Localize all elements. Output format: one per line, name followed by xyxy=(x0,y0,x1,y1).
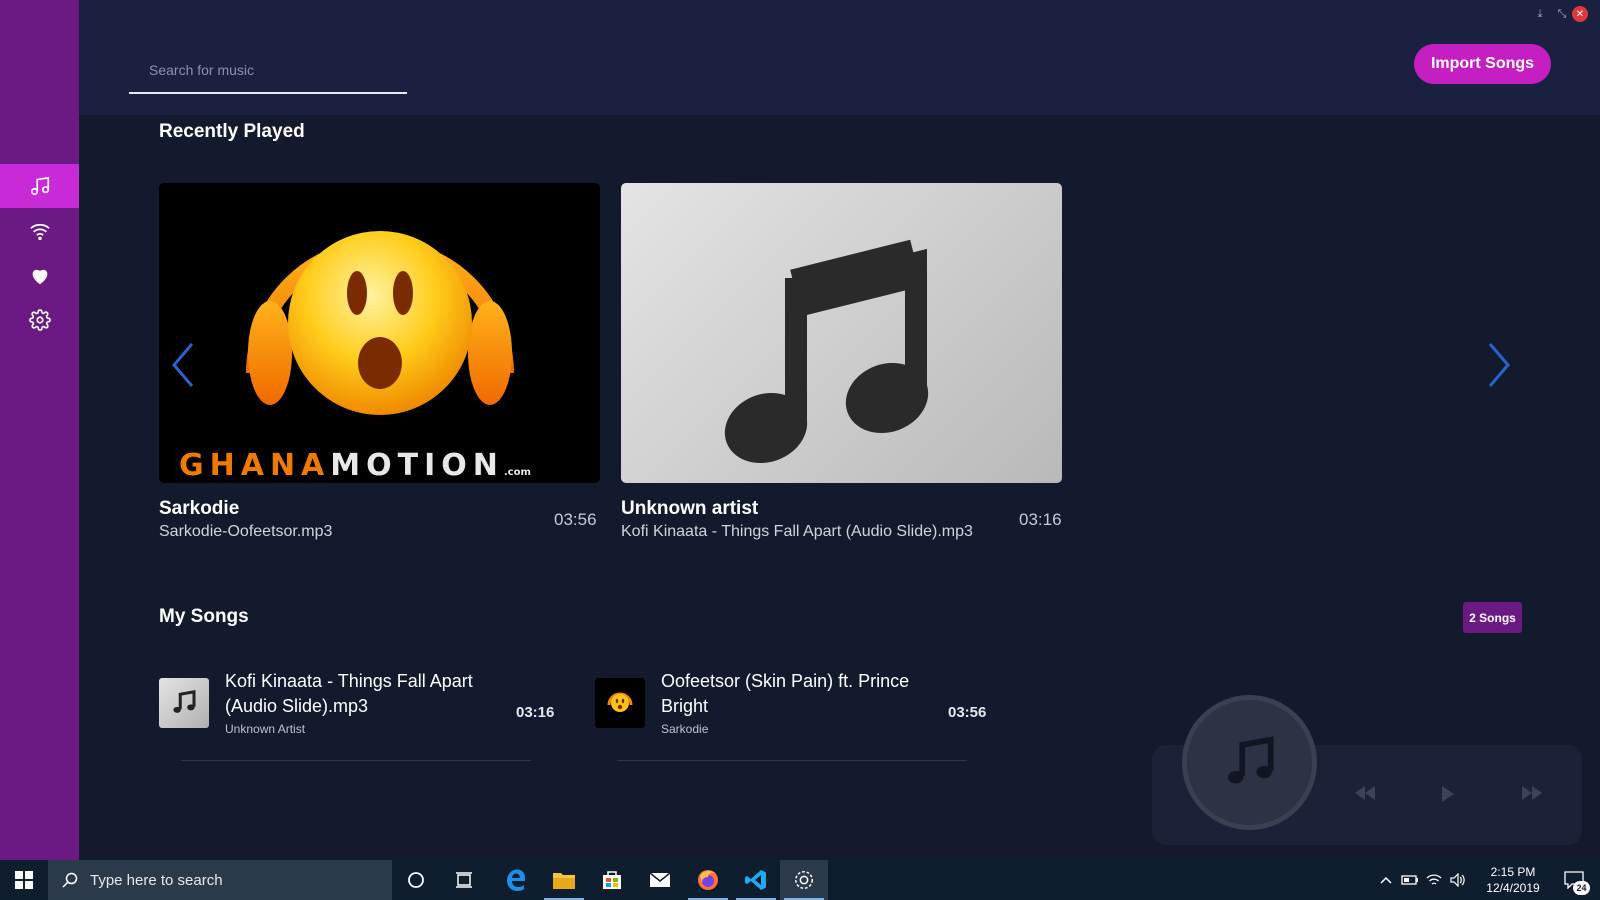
rewind-button[interactable] xyxy=(1354,785,1376,801)
gear-icon xyxy=(795,871,813,889)
album-art-unknown[interactable] xyxy=(621,183,1062,483)
my-songs-title: My Songs xyxy=(159,606,249,627)
volume-button[interactable] xyxy=(1446,860,1470,900)
music-note-icon xyxy=(1227,735,1274,783)
notification-count-badge: 24 xyxy=(1573,881,1590,895)
minimize-icon[interactable]: ⤡ xyxy=(1554,6,1570,22)
store-icon xyxy=(603,871,621,889)
mail-button[interactable] xyxy=(636,860,684,900)
store-button[interactable] xyxy=(588,860,636,900)
sidebar xyxy=(0,0,79,860)
search-box xyxy=(129,50,407,94)
play-icon xyxy=(1442,786,1454,802)
music-note-icon xyxy=(173,689,196,713)
emoji-headphones-icon xyxy=(607,692,633,712)
sidebar-item-music[interactable] xyxy=(0,164,79,208)
music-note-icon xyxy=(724,239,929,464)
task-view-icon xyxy=(456,872,472,888)
battery-button[interactable] xyxy=(1398,860,1422,900)
chevron-left-icon[interactable] xyxy=(168,340,198,390)
album-art-sarkodie[interactable]: GHANAMOTION.com xyxy=(159,183,600,483)
show-hidden-icons-button[interactable] xyxy=(1374,860,1398,900)
song-artist: Unknown Artist xyxy=(225,722,306,736)
file-explorer-button[interactable] xyxy=(540,860,588,900)
edge-button[interactable] xyxy=(492,860,540,900)
song-duration: 03:16 xyxy=(516,704,555,721)
close-icon[interactable]: ✕ xyxy=(1572,6,1588,22)
card-file: Kofi Kinaata - Things Fall Apart (Audio … xyxy=(621,523,973,540)
vscode-button[interactable] xyxy=(732,860,780,900)
start-button[interactable] xyxy=(0,860,48,900)
fast-forward-icon xyxy=(1522,786,1542,800)
wifi-icon xyxy=(29,223,50,241)
sidebar-item-radio[interactable] xyxy=(0,209,79,253)
cortana-icon xyxy=(408,872,424,888)
speaker-icon xyxy=(1450,873,1465,887)
firefox-button[interactable] xyxy=(684,860,732,900)
clock-time: 2:15 PM xyxy=(1490,865,1536,879)
card-file: Sarkodie-Oofeetsor.mp3 xyxy=(159,523,333,540)
recently-played-title: Recently Played xyxy=(159,121,305,142)
taskbar-search-text: Type here to search xyxy=(90,871,223,889)
ghanamotion-logo: GHANAMOTION.com xyxy=(179,448,531,483)
taskbar: Type here to search 2:15 PM 12/4/2019 24 xyxy=(0,860,1600,900)
action-center-button[interactable]: 24 xyxy=(1552,860,1596,900)
top-bar: Import Songs ⤓ ⤡ ✕ xyxy=(79,0,1600,115)
search-icon xyxy=(62,872,78,888)
song-title[interactable]: Kofi Kinaata - Things Fall Apart (Audio … xyxy=(225,669,510,719)
card-artist: Unknown artist xyxy=(621,498,759,519)
network-button[interactable] xyxy=(1422,860,1446,900)
divider xyxy=(181,760,531,761)
taskbar-clock[interactable]: 2:15 PM 12/4/2019 xyxy=(1483,864,1543,896)
import-songs-button[interactable]: Import Songs xyxy=(1414,44,1551,84)
gear-icon xyxy=(28,309,51,331)
cortana-button[interactable] xyxy=(392,860,440,900)
emoji-headphones-art xyxy=(246,231,514,415)
clock-date: 12/4/2019 xyxy=(1486,881,1540,895)
chevron-up-icon xyxy=(1380,876,1392,884)
folder-icon xyxy=(553,873,575,889)
task-view-button[interactable] xyxy=(440,860,488,900)
sidebar-item-favorites[interactable] xyxy=(0,254,79,298)
vscode-icon xyxy=(745,870,766,890)
edge-icon xyxy=(507,869,525,891)
rewind-icon xyxy=(1355,786,1375,800)
heart-icon xyxy=(32,269,47,285)
mail-icon xyxy=(649,872,671,887)
song-thumbnail[interactable] xyxy=(159,678,209,728)
card-duration: 03:16 xyxy=(1019,510,1062,529)
search-input[interactable] xyxy=(149,58,399,82)
firefox-icon xyxy=(698,870,718,890)
windows-logo-icon xyxy=(15,871,33,889)
chevron-right-icon[interactable] xyxy=(1484,340,1514,390)
fast-forward-button[interactable] xyxy=(1521,785,1543,801)
taskbar-search[interactable]: Type here to search xyxy=(48,860,392,900)
divider xyxy=(617,760,967,761)
play-button[interactable] xyxy=(1441,785,1455,803)
music-note-icon xyxy=(30,176,49,196)
song-thumbnail[interactable] xyxy=(595,678,645,728)
now-playing-art[interactable] xyxy=(1182,695,1317,830)
battery-icon xyxy=(1401,875,1418,885)
card-artist: Sarkodie xyxy=(159,498,240,519)
song-artist: Sarkodie xyxy=(661,722,709,736)
song-title[interactable]: Oofeetsor (Skin Pain) ft. Prince Bright xyxy=(661,669,946,719)
song-duration: 03:56 xyxy=(948,704,987,721)
sidebar-item-settings[interactable] xyxy=(0,298,79,342)
card-duration: 03:56 xyxy=(554,510,597,529)
songs-count-badge: 2 Songs xyxy=(1463,602,1522,633)
download-icon[interactable]: ⤓ xyxy=(1532,6,1548,22)
music-app-button[interactable] xyxy=(780,860,828,900)
wifi-icon xyxy=(1426,874,1442,885)
